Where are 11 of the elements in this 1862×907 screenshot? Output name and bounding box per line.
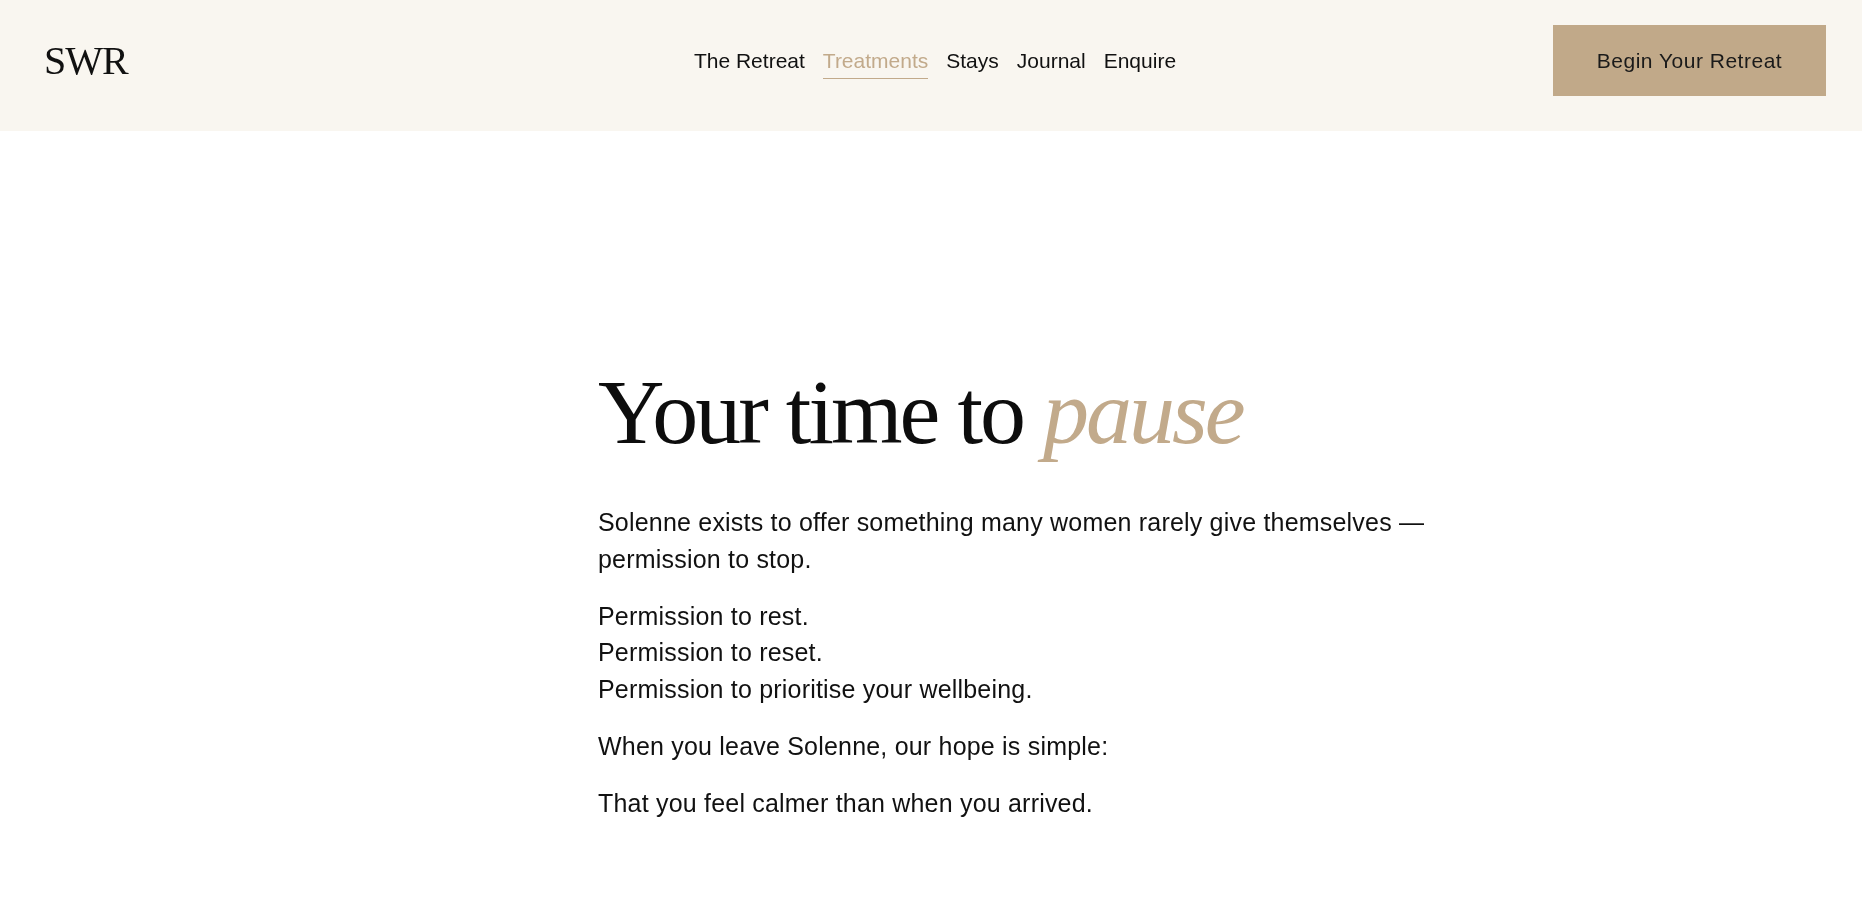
body-paragraph: When you leave Solenne, our hope is simple: xyxy=(598,730,1109,762)
begin-retreat-button[interactable]: Begin Your Retreat xyxy=(1553,25,1826,96)
body-paragraph: Solenne exists to offer something many women rarely give themselves — permission to stop. xyxy=(598,507,1426,575)
body-paragraph: That you feel calmer than when you arrived. xyxy=(598,787,1093,819)
logo[interactable]: SWR xyxy=(44,37,128,84)
page-heading: Your time to pause xyxy=(598,360,1245,465)
nav-link[interactable]: The Retreat xyxy=(693,42,805,79)
nav-link[interactable]: Enquire xyxy=(1103,42,1177,79)
nav-link[interactable]: Journal xyxy=(1016,42,1086,79)
nav-link[interactable]: Stays xyxy=(946,42,999,79)
body-paragraph: Permission to rest. Permission to reset. Permission to prioritise your wellbeing. xyxy=(598,600,1033,705)
